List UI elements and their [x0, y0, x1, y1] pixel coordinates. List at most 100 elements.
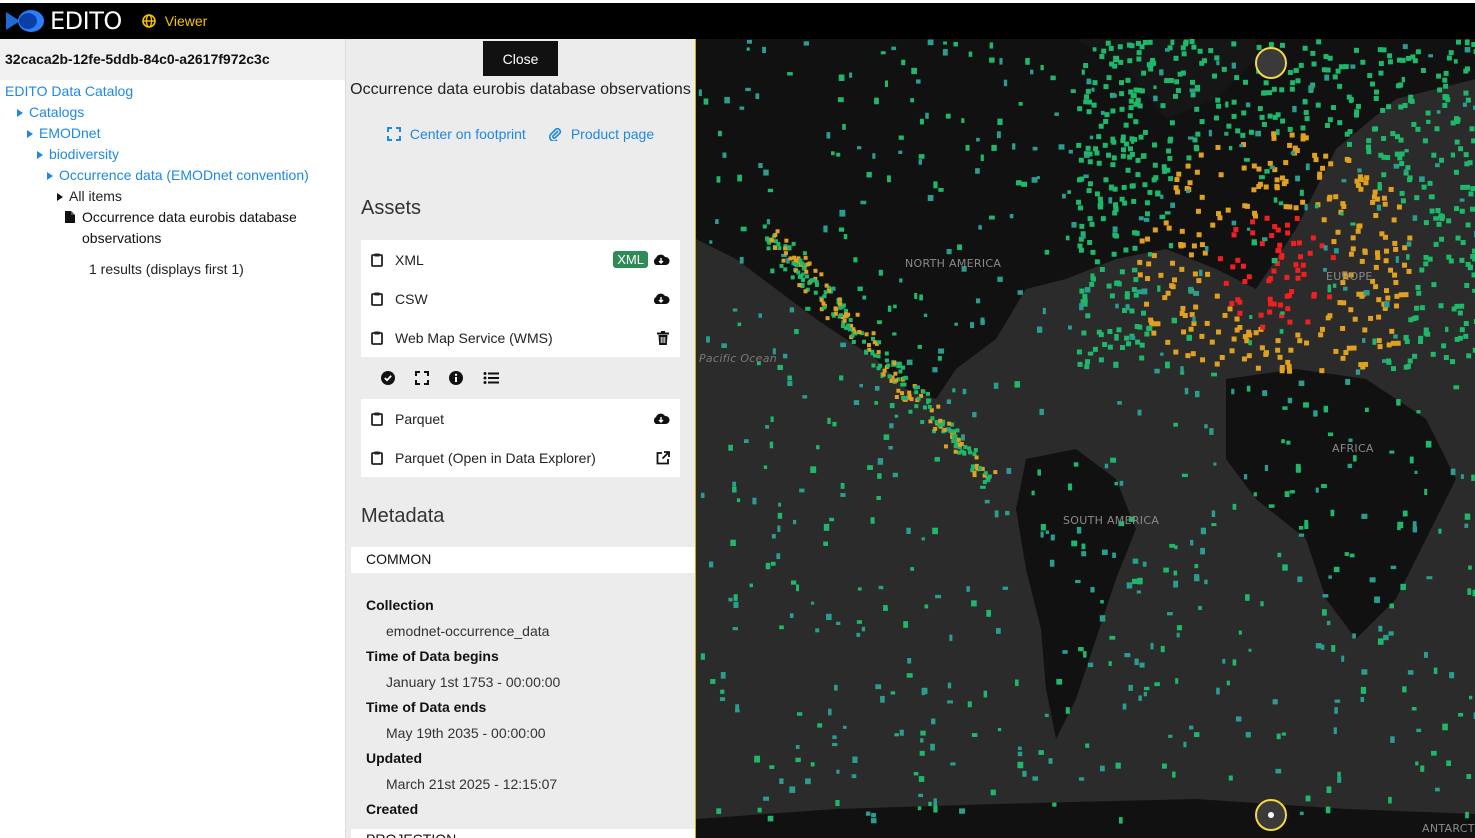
trash-icon[interactable] — [656, 330, 670, 345]
heat-cell — [874, 401, 878, 405]
heat-cell — [767, 188, 774, 193]
heat-cell — [1211, 73, 1217, 79]
heat-cell — [1257, 181, 1263, 187]
heat-cell — [1081, 551, 1087, 557]
heat-cell — [871, 331, 876, 336]
globe-minimap-top[interactable] — [1255, 47, 1287, 79]
heat-cell — [1258, 312, 1264, 318]
clipboard-icon[interactable] — [371, 331, 383, 345]
heat-cell — [918, 159, 922, 165]
heat-cell — [853, 257, 858, 263]
heat-cell — [1188, 326, 1194, 332]
product-page-link[interactable]: Product page — [548, 126, 654, 142]
heat-cell — [1087, 662, 1094, 668]
heat-cell — [1303, 110, 1309, 116]
heat-cell — [1425, 331, 1431, 337]
heat-cell — [765, 562, 771, 570]
external-link-icon[interactable] — [656, 450, 670, 465]
heat-cell — [1040, 65, 1044, 71]
heat-cell — [911, 67, 917, 75]
heat-cell — [1463, 152, 1469, 158]
tree-node-all-items[interactable]: All items — [0, 186, 345, 207]
clipboard-icon[interactable] — [371, 451, 383, 465]
heat-cell — [1249, 315, 1253, 319]
cloud-download-icon[interactable] — [652, 253, 670, 267]
heat-cell — [892, 361, 897, 366]
heat-cell — [832, 742, 838, 747]
heat-cell — [1459, 198, 1465, 202]
heat-cell — [1160, 352, 1164, 356]
tree-root-link[interactable]: EDITO Data Catalog — [5, 81, 133, 102]
asset-wms: Web Map Service (WMS) — [361, 318, 680, 357]
center-on-footprint-link[interactable]: Center on footprint — [386, 126, 526, 142]
heat-cell — [1423, 261, 1429, 267]
heat-cell — [1402, 262, 1408, 268]
heat-cell — [1127, 154, 1133, 160]
heat-cell — [1286, 364, 1292, 370]
heat-cell — [1089, 221, 1095, 227]
tree-node-item[interactable]: Occurrence data eurobis database observa… — [0, 207, 345, 249]
heat-cell — [1343, 64, 1349, 70]
heat-cell — [1370, 199, 1376, 205]
clipboard-icon[interactable] — [371, 292, 383, 306]
heat-cell — [1084, 287, 1091, 293]
heat-cell — [1153, 85, 1157, 90]
heat-cell — [1304, 522, 1309, 530]
heat-cell — [1433, 667, 1438, 674]
heat-cell — [732, 481, 737, 487]
heat-cell — [832, 421, 837, 427]
heat-cell — [1382, 201, 1388, 207]
heat-cell — [853, 400, 860, 406]
map-view[interactable]: NORTH AMERICA Pacific Ocean EUROPE AFRIC… — [695, 39, 1475, 838]
heat-cell — [1030, 69, 1034, 75]
heat-cell — [1386, 342, 1392, 348]
cloud-download-icon[interactable] — [652, 292, 670, 306]
heat-cell — [1419, 176, 1425, 182]
edito-logo[interactable]: EDITO — [6, 7, 122, 35]
heat-cell — [1332, 283, 1337, 288]
heat-cell — [1414, 305, 1420, 311]
xml-badge[interactable]: XML — [613, 251, 648, 268]
heat-cell — [1173, 422, 1178, 427]
tree-node-emodnet[interactable]: EMODnet — [0, 123, 345, 144]
heat-cell — [857, 146, 862, 150]
heat-cell — [1465, 222, 1471, 228]
tree-label: Catalogs — [29, 104, 85, 120]
metadata-group-common[interactable]: COMMON — [351, 547, 695, 573]
heat-cell — [1313, 410, 1318, 417]
heat-cell — [1264, 215, 1270, 221]
heat-cell — [1231, 62, 1236, 69]
clipboard-icon[interactable] — [371, 253, 383, 267]
heat-cell — [758, 163, 763, 169]
heat-cell — [1290, 151, 1296, 155]
heat-cell — [1419, 305, 1425, 311]
heat-cell — [994, 510, 999, 518]
map-canvas[interactable] — [696, 39, 1475, 838]
info-icon[interactable] — [449, 371, 463, 385]
cloud-download-icon[interactable] — [652, 412, 670, 426]
heat-cell — [769, 441, 774, 449]
clipboard-icon[interactable] — [371, 412, 383, 426]
heat-cell — [1414, 195, 1420, 201]
tree-node-biodiversity[interactable]: biodiversity — [0, 144, 345, 165]
check-circle-icon[interactable] — [381, 371, 395, 385]
viewer-link[interactable]: Viewer — [141, 13, 207, 29]
metadata-group-projection[interactable]: PROJECTION — [351, 829, 695, 838]
heat-cell — [1152, 227, 1158, 233]
tree-node-occurrence[interactable]: Occurrence data (EMODnet convention) — [0, 165, 345, 186]
tree-node-catalogs[interactable]: Catalogs — [0, 102, 345, 123]
heat-cell — [1389, 603, 1394, 609]
heat-cell — [1262, 237, 1268, 242]
heat-cell — [1204, 245, 1209, 252]
heat-cell — [887, 305, 892, 312]
heat-cell — [1253, 492, 1257, 497]
heat-cell — [1316, 39, 1322, 45]
list-icon[interactable] — [483, 371, 499, 385]
heat-cell — [740, 226, 747, 232]
heat-cell — [1434, 126, 1440, 132]
heat-cell — [719, 697, 726, 701]
heat-cell — [989, 215, 995, 220]
heat-cell — [1087, 181, 1093, 187]
close-button[interactable]: Close — [483, 41, 558, 76]
expand-icon[interactable] — [415, 371, 429, 385]
